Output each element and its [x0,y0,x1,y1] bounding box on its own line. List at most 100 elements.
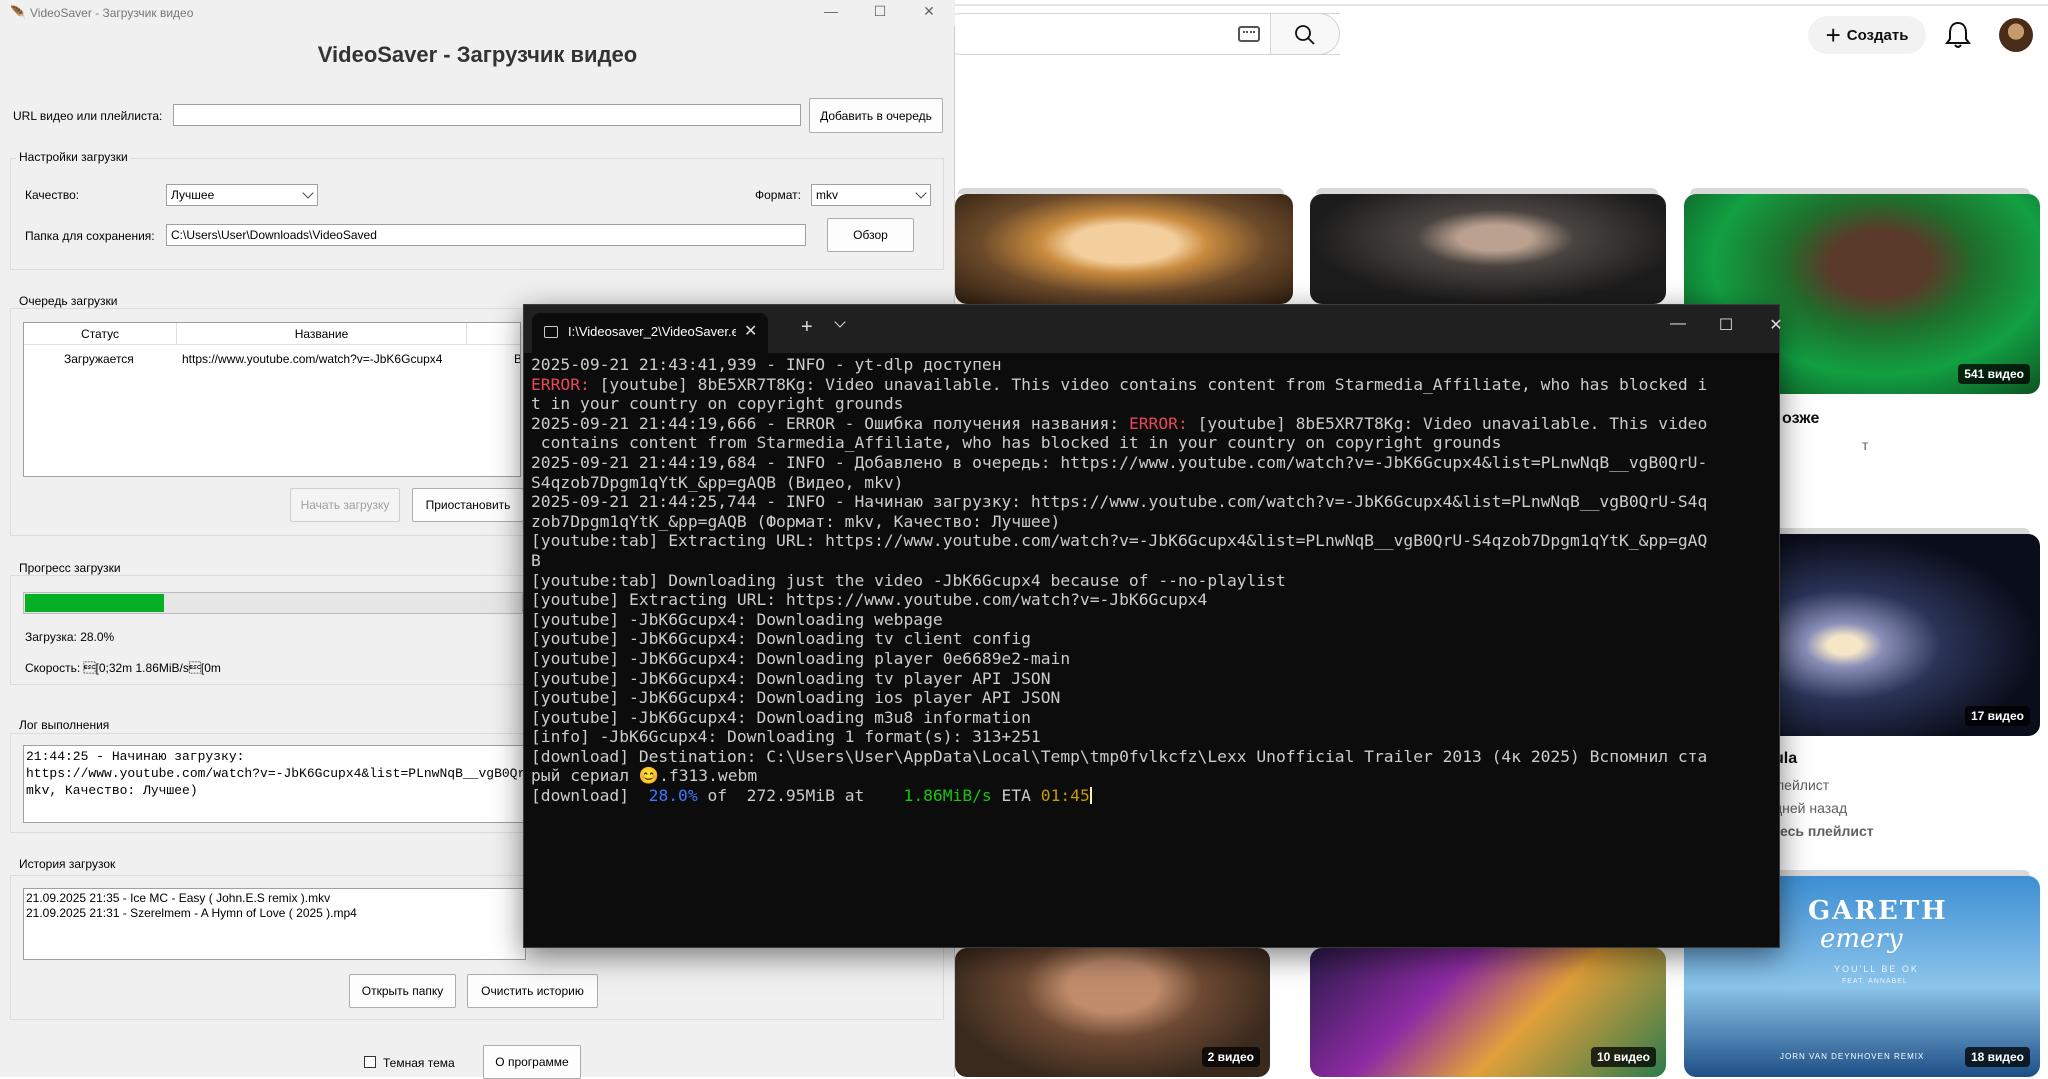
queue-title: Очередь загрузки [16,294,121,308]
terminal-text: contains content from Starmedia_Affiliat… [531,433,1502,453]
browse-button[interactable]: Обзор [827,218,914,252]
terminal-text: [youtube] -JbK6Gcupx4: Downloading tv pl… [531,668,1051,688]
progress-status: Загрузка: 28.0% [25,630,115,644]
terminal-window: I:\Videosaver_2\VideoSaver.exe ✕ + — ☐ ✕… [523,304,1783,948]
terminal-text: [download] [531,786,649,806]
terminal-line: 2025-09-21 21:44:25,744 - INFO - Начинаю… [531,492,1771,512]
terminal-text: S4qzob7Dpgm1qYtK_&pp=gAQB (Видео, mkv) [531,472,904,492]
history-title: История загрузок [16,857,119,871]
terminal-text: of 272.95MiB at [697,786,904,806]
log-textbox[interactable]: 21:44:25 - Начинаю загрузку: https://www… [23,745,526,823]
quality-value: Лучшее [171,188,215,202]
clear-history-button[interactable]: Очистить историю [467,974,598,1008]
start-download-button[interactable]: Начать загрузку [290,488,400,522]
terminal-text: [info] -JbK6Gcupx4: Downloading 1 format… [531,727,1041,747]
video-count-badge: 18 видео [1964,1047,2030,1067]
feather-icon: 🪶 [10,5,27,20]
chevron-down-icon [915,187,927,199]
terminal-line: [youtube] -JbK6Gcupx4: Downloading playe… [531,649,1771,669]
playlist-thumbnail[interactable] [955,194,1293,304]
minimize-icon[interactable]: — [1658,315,1698,333]
close-icon[interactable]: ✕ [1756,315,1796,335]
terminal-line: [youtube] Extracting URL: https://www.yo… [531,590,1771,610]
terminal-text: [youtube:tab] Extracting URL: https://ww… [531,531,1708,551]
song-feat-text: FEAT. ANNABEL [1842,978,1908,985]
terminal-text: ETA [991,786,1041,806]
playlist-thumbnail[interactable] [1310,194,1666,304]
new-tab-icon[interactable]: + [801,316,813,339]
user-avatar[interactable] [1999,18,2033,52]
history-list[interactable]: 21.09.2025 21:35 - Ice MC - Easy ( John.… [23,888,526,960]
queue-table[interactable]: Статус Название Загружается https://www.… [23,322,521,477]
terminal-titlebar[interactable]: I:\Videosaver_2\VideoSaver.exe ✕ + — ☐ ✕ [524,305,1783,353]
terminal-text: t in your country on copyright grounds [531,394,904,414]
settings-title: Настройки загрузки [16,150,131,164]
playlist-thumbnail[interactable]: 10 видео [1310,948,1666,1077]
terminal-line: рый сериал 😊.f313.webm [531,766,1771,786]
terminal-tab-title: I:\Videosaver_2\VideoSaver.exe [568,324,736,339]
terminal-line: [download] 28.0% of 272.95MiB at 1.86MiB… [531,786,1771,806]
video-count-badge: 17 видео [1964,706,2030,726]
maximize-icon[interactable]: ☐ [1706,315,1746,335]
maximize-icon[interactable]: ☐ [865,3,895,20]
dark-theme-checkbox[interactable] [364,1056,376,1068]
column-header-status[interactable]: Статус [24,323,177,345]
plus-icon: + [1825,20,1841,50]
format-select[interactable]: mkv [811,184,931,206]
terminal-text: 2025-09-21 21:44:19,684 - INFO - Добавле… [531,452,1708,472]
speed-status: Скорость: [0;32m 1.86MiB/s[0m [25,661,221,675]
song-title-text: YOU'LL BE OK [1834,964,1919,974]
open-folder-button[interactable]: Открыть папку [349,974,456,1008]
view-full-playlist-link[interactable]: есь плейлист [1780,823,1874,839]
close-icon[interactable]: ✕ [914,3,944,20]
history-item[interactable]: 21.09.2025 21:35 - Ice MC - Easy ( John.… [26,891,523,906]
queue-row-status[interactable]: Загружается [64,352,134,366]
video-count-badge: 2 видео [1201,1047,1260,1067]
url-label: URL видео или плейлиста: [13,109,163,123]
minimize-icon[interactable]: — [816,3,846,19]
add-to-queue-button[interactable]: Добавить в очередь [809,98,943,133]
progress-fill [25,594,164,612]
keyboard-icon[interactable] [1238,26,1260,42]
terminal-tab[interactable]: I:\Videosaver_2\VideoSaver.exe ✕ [532,313,768,353]
queue-row-name[interactable]: https://www.youtube.com/watch?v=-JbK6Gcu… [182,352,452,366]
terminal-text: [youtube] -JbK6Gcupx4: Downloading webpa… [531,609,943,629]
terminal-line: [youtube] -JbK6Gcupx4: Downloading m3u8 … [531,708,1771,728]
quality-select[interactable]: Лучшее [166,184,318,206]
about-button[interactable]: О программе [483,1045,581,1079]
bell-icon[interactable] [1944,20,1972,50]
history-item[interactable]: 21.09.2025 21:31 - Szerelmem - A Hymn of… [26,906,523,921]
dark-theme-label[interactable]: Темная тема [383,1056,455,1070]
terminal-cursor [1089,787,1092,805]
youtube-search-button[interactable] [1270,13,1340,55]
terminal-output[interactable]: 2025-09-21 21:43:41,939 - INFO - yt-dlp … [531,355,1771,806]
browser-top-divider [955,4,2048,6]
terminal-line: 2025-09-21 21:43:41,939 - INFO - yt-dlp … [531,355,1771,375]
terminal-text: 2025-09-21 21:44:19,666 - ERROR - Ошибка… [531,413,1129,433]
terminal-line: 2025-09-21 21:44:19,666 - ERROR - Ошибка… [531,414,1771,434]
terminal-line: [info] -JbK6Gcupx4: Downloading 1 format… [531,727,1771,747]
youtube-create-button[interactable]: + Создать [1808,16,1926,54]
terminal-text: [youtube] 8bE5XR7T8Kg: Video unavailable… [1187,413,1708,433]
column-header-extra[interactable] [467,323,520,345]
video-count-badge: 10 видео [1590,1047,1656,1067]
format-label: Формат: [755,188,801,202]
queue-row-extra[interactable]: В [514,352,520,366]
pause-button[interactable]: Приостановить [412,488,524,522]
terminal-line: t in your country on copyright grounds [531,394,1771,414]
terminal-line: ERROR: [youtube] 8bE5XR7T8Kg: Video unav… [531,375,1771,395]
playlist-meta: т [1862,437,1869,453]
chevron-down-icon[interactable] [834,316,846,328]
folder-input[interactable]: C:\Users\User\Downloads\VideoSaved [166,224,806,246]
terminal-line: zob7Dpgm1qYtK_&pp=gAQB (Формат: mkv, Кач… [531,512,1771,532]
playlist-meta: дней назад [1774,800,1848,816]
url-input[interactable] [173,104,801,126]
playlist-meta: лейлист [1776,777,1830,793]
format-value: mkv [816,188,838,202]
terminal-line: 2025-09-21 21:44:19,684 - INFO - Добавле… [531,453,1771,473]
column-header-name[interactable]: Название [177,323,467,345]
playlist-thumbnail[interactable]: 2 видео [955,948,1270,1077]
videosaver-titlebar[interactable]: 🪶 VideoSaver - Загрузчик видео — ☐ ✕ [0,0,955,26]
close-tab-icon[interactable]: ✕ [744,321,757,341]
playlist-title[interactable]: озже [1782,410,1819,428]
